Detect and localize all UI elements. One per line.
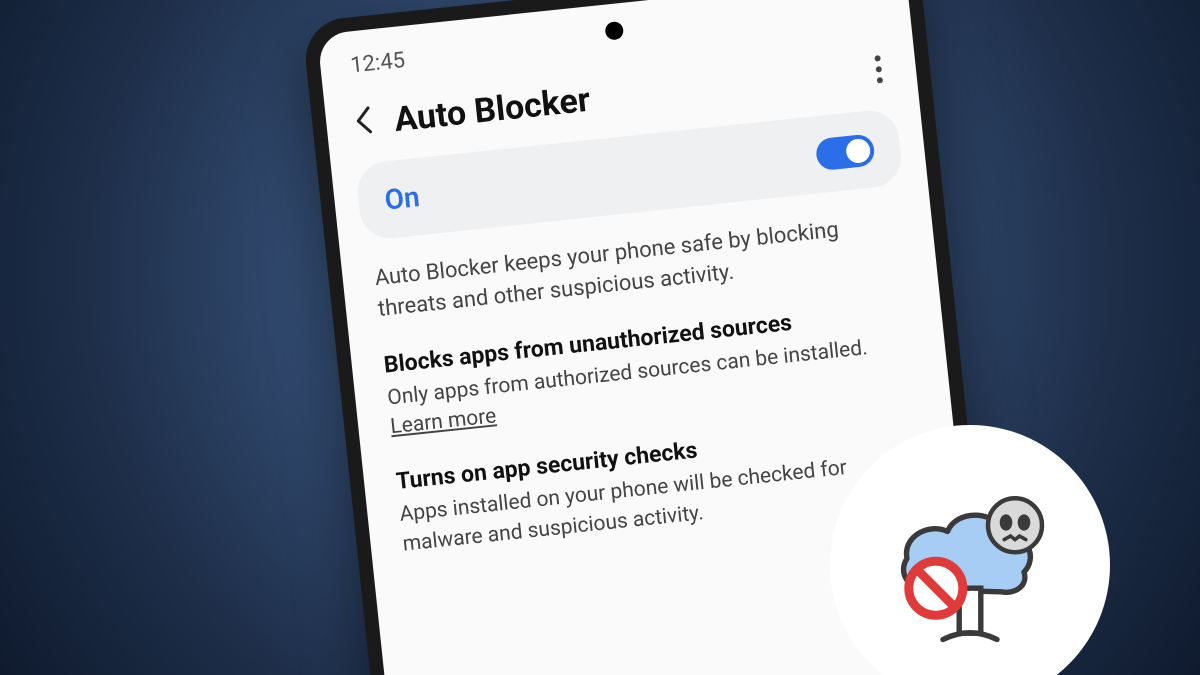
toggle-state-label: On (383, 180, 421, 216)
toggle-knob (845, 137, 871, 163)
auto-blocker-icon (880, 473, 1060, 657)
back-icon[interactable] (353, 104, 379, 142)
learn-more-link[interactable]: Learn more (389, 404, 497, 439)
status-time: 12:45 (349, 48, 406, 79)
toggle-switch[interactable] (815, 133, 876, 171)
more-options-icon[interactable] (868, 49, 890, 91)
